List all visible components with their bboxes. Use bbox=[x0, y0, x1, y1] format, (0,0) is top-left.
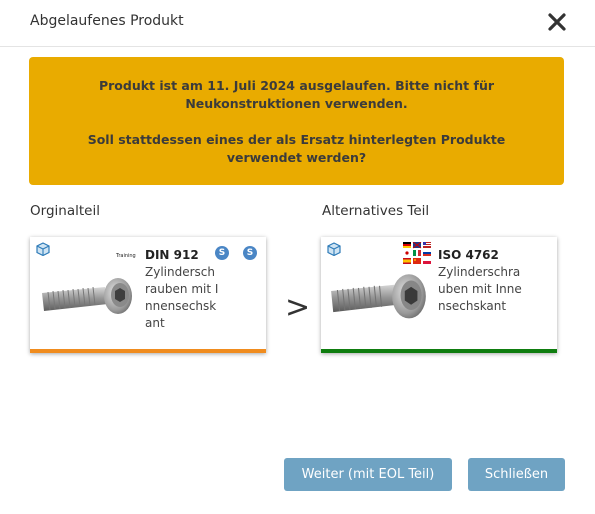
alternative-status-bar bbox=[321, 349, 557, 353]
alternative-part-card[interactable]: ISO 4762 Zylinderschrauben mit Innensech… bbox=[321, 237, 557, 353]
alternative-part-description: Zylinderschrauben mit Innensechskant bbox=[438, 265, 522, 313]
warning-message: Produkt ist am 11. Juli 2024 ausgelaufen… bbox=[98, 78, 495, 111]
original-part-card[interactable]: Training DIN 912 S S Zylinderschrauben m… bbox=[30, 237, 266, 353]
dialog-title: Abgelaufenes Produkt bbox=[30, 13, 184, 29]
s-badge-icon: S bbox=[243, 246, 257, 260]
flags-icon bbox=[403, 242, 431, 264]
original-part-name: DIN 912 bbox=[145, 248, 199, 262]
close-icon[interactable] bbox=[545, 10, 569, 34]
alternative-part-label: Alternatives Teil bbox=[322, 203, 430, 219]
cube-icon bbox=[327, 242, 341, 256]
screw-bolt-image bbox=[42, 278, 132, 314]
original-status-bar bbox=[30, 349, 266, 353]
dialog-header: Abgelaufenes Produkt bbox=[0, 0, 595, 47]
original-part-label: Orginalteil bbox=[30, 203, 100, 219]
eol-warning-banner: Produkt ist am 11. Juli 2024 ausgelaufen… bbox=[29, 57, 564, 185]
training-badge: Training bbox=[116, 253, 136, 259]
screw-bolt-image bbox=[331, 274, 426, 319]
s-badge-icon: S bbox=[215, 246, 229, 260]
warning-question: Soll stattdessen eines der als Ersatz hi… bbox=[87, 132, 506, 165]
original-part-description: Zylinderschrauben mit Innensechskant bbox=[145, 265, 219, 330]
cube-icon bbox=[36, 242, 50, 256]
replacement-arrow: > bbox=[285, 290, 311, 325]
continue-with-eol-button[interactable]: Weiter (mit EOL Teil) bbox=[284, 458, 452, 491]
alternative-part-name: ISO 4762 bbox=[438, 248, 499, 262]
close-button[interactable]: Schließen bbox=[468, 458, 565, 491]
